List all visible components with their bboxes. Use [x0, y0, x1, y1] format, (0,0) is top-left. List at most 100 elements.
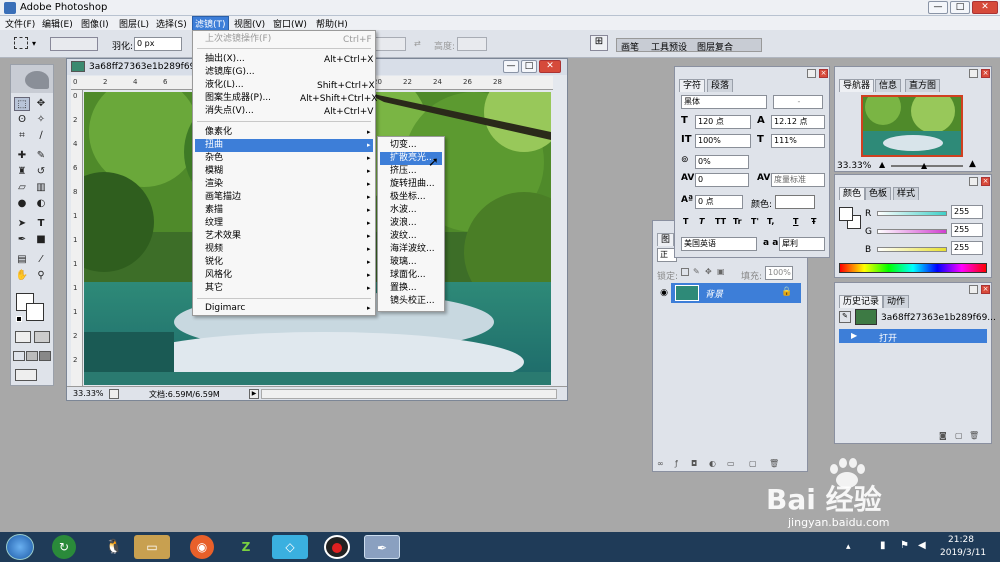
menu-select[interactable]: 选择(S) [156, 17, 187, 30]
tab-histogram[interactable]: 直方图 [905, 79, 941, 92]
channel-b-slider[interactable] [877, 247, 947, 252]
slice-tool-icon[interactable]: ∕ [33, 129, 49, 143]
menu-item-sketch[interactable]: 素描 [205, 204, 223, 217]
quickmask-mode-icon[interactable] [34, 331, 50, 343]
menu-filter[interactable]: 滤镜(T) [192, 16, 229, 31]
kerning-select[interactable]: 度量标准 [771, 173, 825, 187]
history-brush-source-icon[interactable]: ✎ [839, 311, 851, 323]
selection-mode-buttons[interactable] [50, 37, 98, 51]
submenu-item-ocean-ripple[interactable]: 海洋波纹... [390, 243, 435, 256]
font-family-select[interactable]: 黑体 [681, 95, 767, 109]
history-snapshot-row[interactable]: ✎ 3a68ff27363e1b289f69... [839, 309, 996, 327]
zoom-out-icon[interactable]: ▲ [879, 160, 885, 169]
healing-brush-icon[interactable]: ✚ [14, 149, 30, 163]
menu-layer[interactable]: 图层(L) [119, 17, 149, 30]
menu-window[interactable]: 窗口(W) [273, 17, 307, 30]
palette-well-icon[interactable]: ⊞ [590, 35, 608, 51]
start-button[interactable] [6, 534, 34, 560]
underline-button[interactable]: T [793, 217, 798, 226]
horizontal-scrollbar[interactable] [261, 389, 557, 399]
antialias-select[interactable]: 犀利 [779, 237, 825, 251]
crop-tool-icon[interactable]: ⌗ [14, 129, 30, 143]
swap-icon[interactable]: ⇄ [414, 39, 421, 48]
media-player-icon[interactable]: Z [228, 535, 264, 559]
font-size-input[interactable]: 120 点 [695, 115, 751, 129]
menu-item-filter-gallery[interactable]: 滤镜库(G)... [205, 66, 255, 79]
tab-swatches[interactable]: 色板 [865, 187, 892, 200]
tablet-app-icon[interactable]: ◇ [272, 535, 308, 559]
submenu-item-displace[interactable]: 置换... [390, 282, 417, 295]
layer-style-icon[interactable]: ƒ [675, 459, 678, 468]
fg-color-swatch[interactable] [839, 207, 853, 221]
navigator-preview[interactable] [861, 95, 963, 157]
menu-item-vanishing-point[interactable]: 消失点(V)... [205, 105, 254, 118]
layer-mask-icon[interactable]: ◘ [691, 459, 697, 468]
menu-file[interactable]: 文件(F) [5, 17, 35, 30]
horizontal-scale-input[interactable]: 111% [771, 134, 825, 148]
menu-item-digimarc[interactable]: Digimarc [205, 302, 245, 315]
panel-close-button[interactable]: × [981, 285, 990, 294]
subscript-button[interactable]: T, [767, 217, 774, 226]
panel-close-button[interactable]: × [981, 69, 990, 78]
standard-mode-icon[interactable] [15, 331, 31, 343]
marquee-tool-icon[interactable] [14, 37, 28, 49]
default-colors-icon[interactable] [16, 316, 22, 322]
tray-up-icon[interactable]: ▴ [846, 542, 851, 552]
tab-color[interactable]: 颜色 [839, 187, 866, 200]
menu-item-video[interactable]: 视频 [205, 243, 223, 256]
panel-minimize-button[interactable] [969, 285, 978, 294]
new-group-icon[interactable]: ▭ [727, 459, 735, 468]
eyedropper-icon[interactable]: ⁄ [33, 253, 49, 267]
maximize-button[interactable]: □ [950, 1, 970, 14]
strikethrough-button[interactable]: Ŧ [811, 217, 816, 226]
zoom-tool-icon[interactable]: ⚲ [33, 269, 49, 283]
photoshop-taskbar-icon[interactable]: ✒ [364, 535, 400, 559]
gradient-tool-icon[interactable]: ▥ [33, 181, 49, 195]
blur-tool-icon[interactable]: ● [14, 197, 30, 211]
close-button[interactable]: ✕ [972, 1, 998, 14]
menu-item-sharpen[interactable]: 锐化 [205, 256, 223, 269]
submenu-item-glass[interactable]: 玻璃... [390, 256, 417, 269]
feather-input[interactable]: 0 px [134, 37, 182, 51]
menu-image[interactable]: 图像(I) [81, 17, 109, 30]
lock-all-icon[interactable]: ▣ [717, 267, 725, 276]
notes-tool-icon[interactable]: ▤ [14, 253, 30, 267]
lock-position-icon[interactable]: ✥ [705, 267, 712, 276]
baseline-input[interactable]: 0 点 [695, 195, 743, 209]
screen-mode-3-icon[interactable] [39, 351, 51, 361]
superscript-button[interactable]: T' [751, 217, 759, 226]
doc-minimize-button[interactable]: — [503, 60, 519, 73]
new-document-from-state-icon[interactable]: ◙ [939, 431, 947, 440]
fill-input[interactable]: 100% [765, 266, 793, 280]
font-style-select[interactable]: - [773, 95, 823, 109]
imageready-icon[interactable] [15, 369, 37, 381]
panel-minimize-button[interactable] [969, 69, 978, 78]
vertical-scale-input[interactable]: 100% [695, 134, 751, 148]
screen-mode-1-icon[interactable] [13, 351, 25, 361]
menu-item-noise[interactable]: 杂色 [205, 152, 223, 165]
layer-row-background[interactable]: ◉ 背景 🔒 [657, 283, 801, 303]
flag-icon[interactable]: ⚑ [900, 540, 909, 551]
network-icon[interactable]: ▮ [880, 540, 886, 551]
channel-g-slider[interactable] [877, 229, 947, 234]
record-icon[interactable] [324, 535, 350, 559]
delete-state-icon[interactable]: 🗑 [969, 431, 979, 440]
360-browser-icon[interactable]: ↻ [52, 535, 76, 559]
panel-minimize-button[interactable] [969, 177, 978, 186]
submenu-item-ripple[interactable]: 波纹... [390, 230, 417, 243]
tracking-pct-input[interactable]: 0% [695, 155, 749, 169]
tab-styles[interactable]: 样式 [893, 187, 920, 200]
zoom-slider-thumb[interactable]: ▲ [921, 161, 927, 170]
menu-edit[interactable]: 编辑(E) [42, 17, 73, 30]
status-icon[interactable] [109, 389, 119, 399]
hand-tool-icon[interactable]: ✋ [14, 269, 30, 283]
submenu-item-wave[interactable]: 波浪... [390, 217, 417, 230]
tracking-input[interactable]: 0 [695, 173, 749, 187]
panel-minimize-button[interactable] [807, 69, 816, 78]
menu-item-render[interactable]: 渲染 [205, 178, 223, 191]
menu-item-brush-strokes[interactable]: 画笔描边 [205, 191, 241, 204]
channel-r-slider[interactable] [877, 211, 947, 216]
lock-pixels-icon[interactable]: ✎ [693, 267, 700, 276]
screen-mode-2-icon[interactable] [26, 351, 38, 361]
lasso-tool-icon[interactable]: ʘ [14, 113, 30, 127]
